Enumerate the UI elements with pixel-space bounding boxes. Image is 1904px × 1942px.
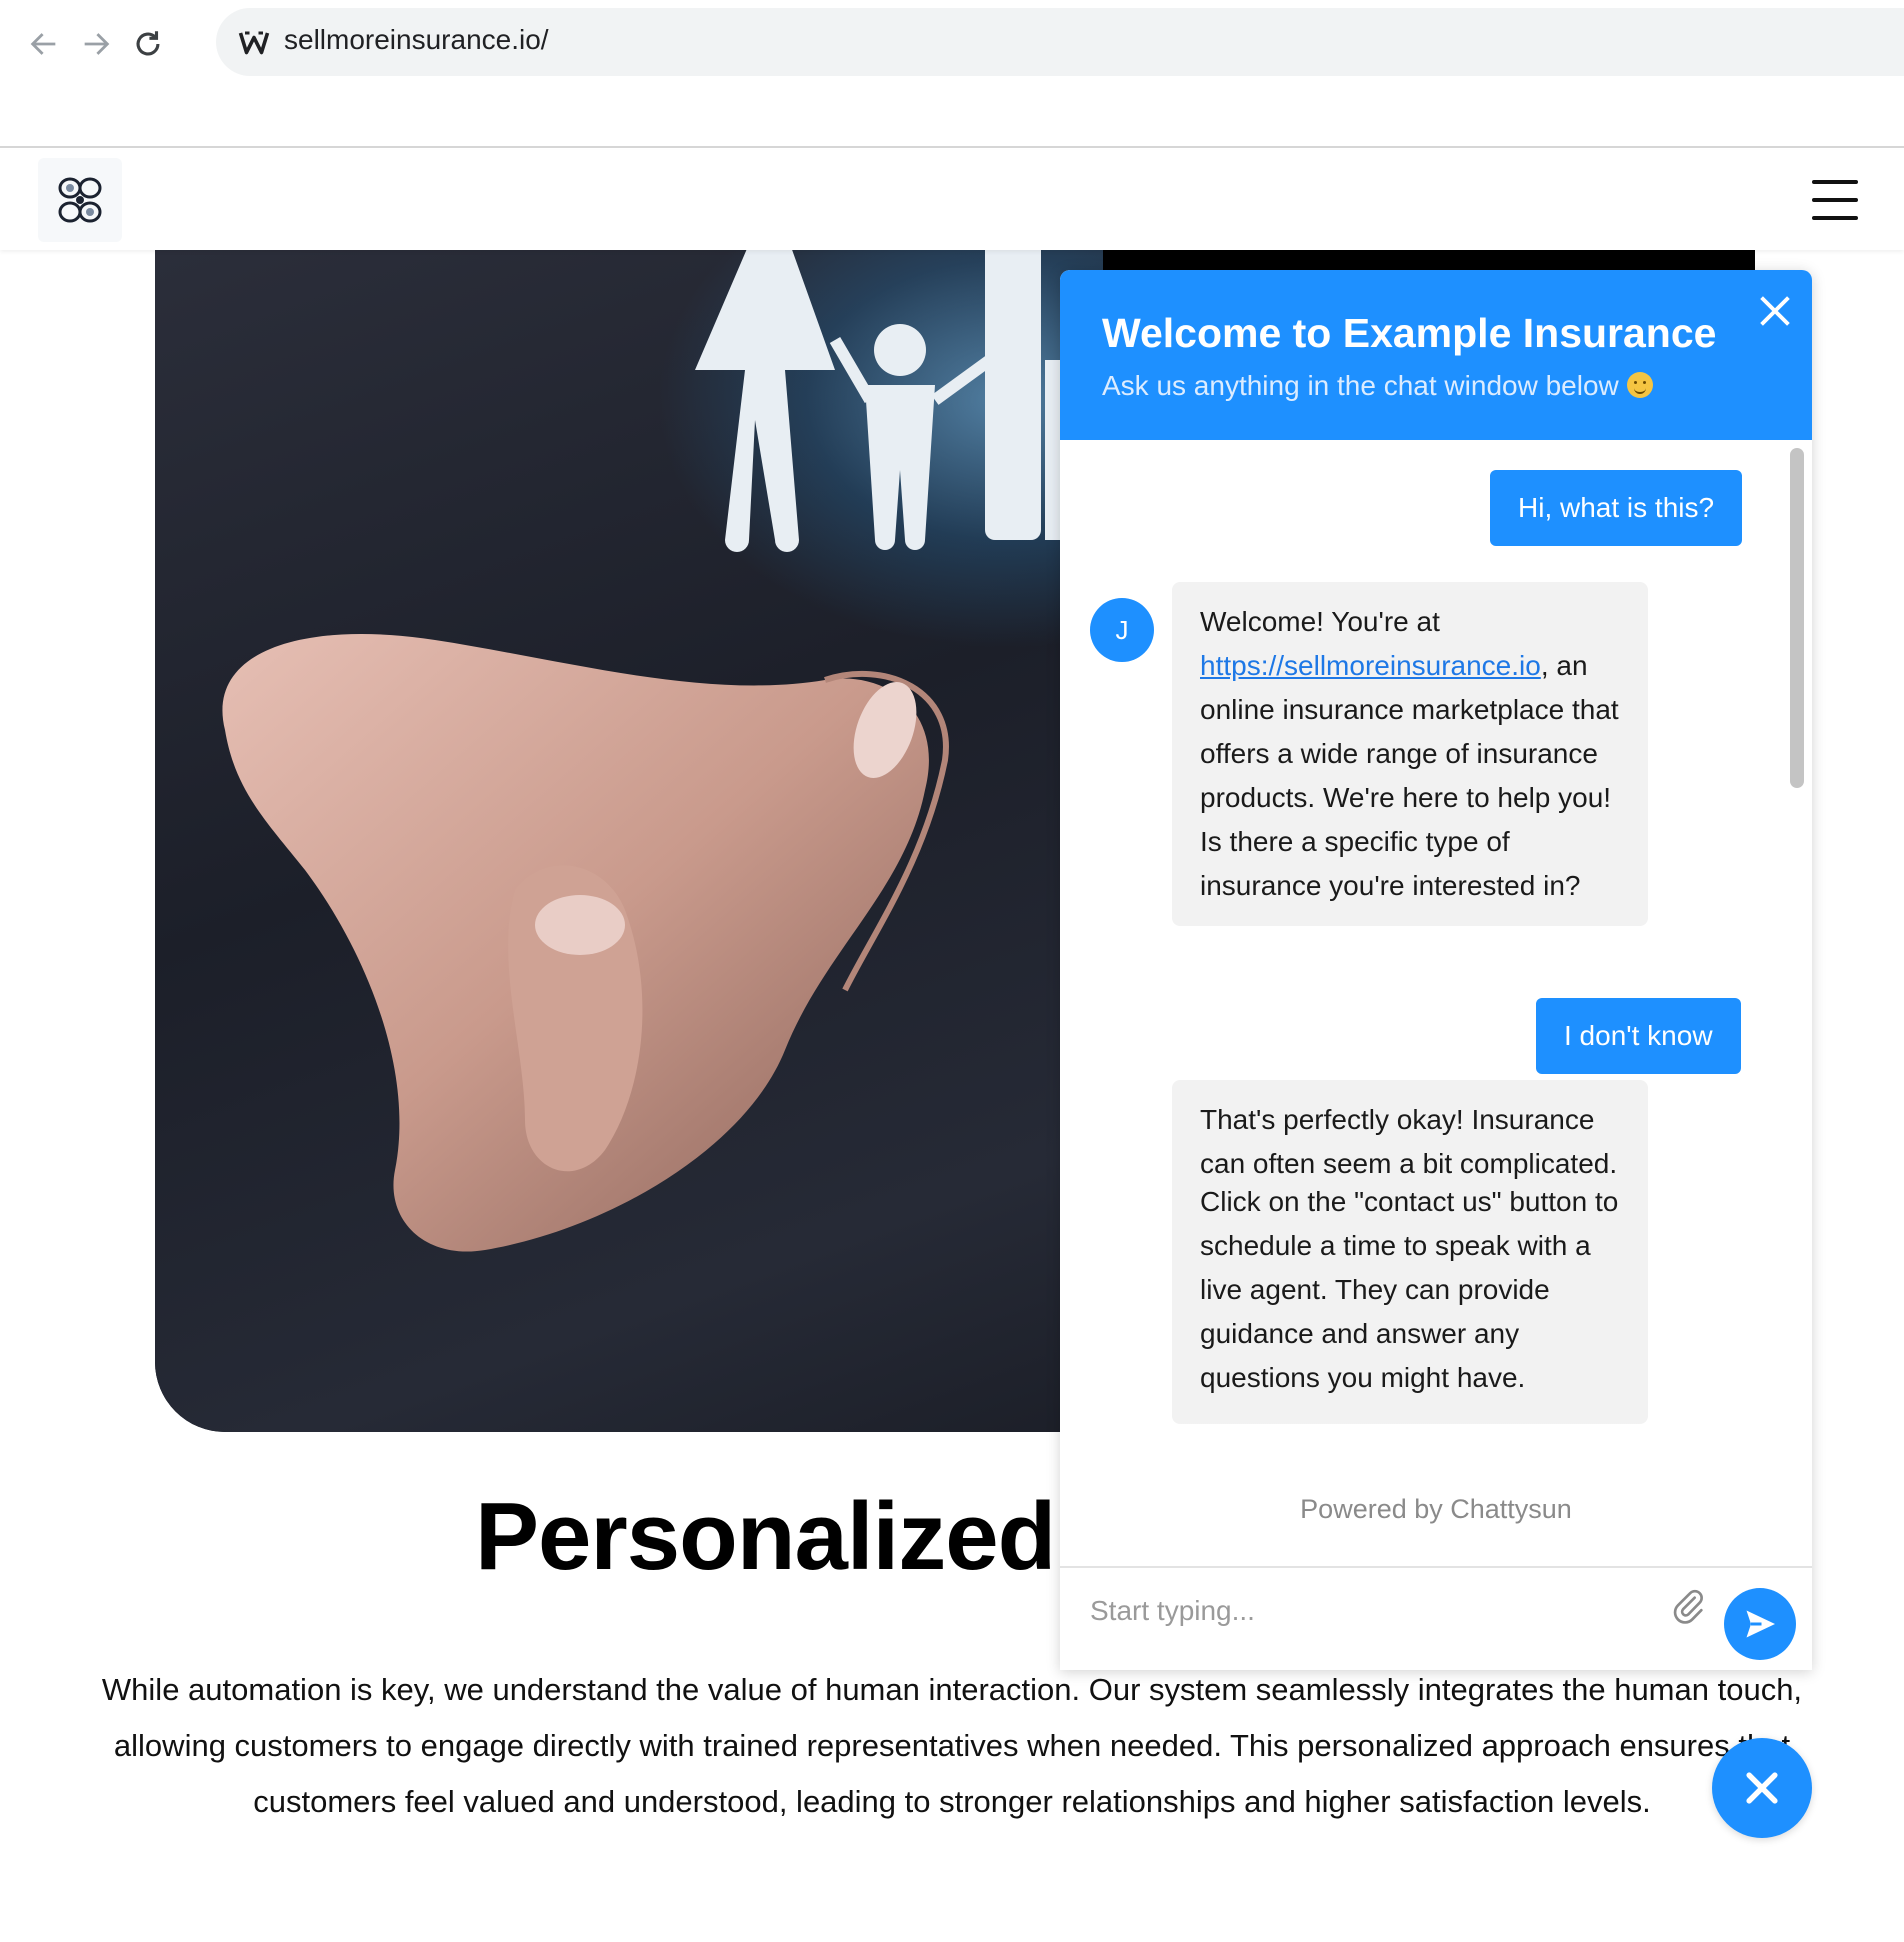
chat-header: Welcome to Example Insurance Ask us anyt… bbox=[1060, 270, 1812, 440]
bot-message: Welcome! You're at https://sellmoreinsur… bbox=[1172, 582, 1648, 926]
chat-subtitle: Ask us anything in the chat window below bbox=[1102, 370, 1653, 402]
bot-message-text: Welcome! You're at bbox=[1200, 606, 1440, 637]
reload-button[interactable] bbox=[122, 18, 174, 70]
chat-title: Welcome to Example Insurance bbox=[1102, 310, 1717, 356]
reload-icon bbox=[136, 31, 160, 56]
send-icon bbox=[1746, 1610, 1775, 1638]
user-message: Hi, what is this? bbox=[1490, 470, 1743, 546]
hamburger-menu-icon[interactable] bbox=[1812, 180, 1858, 220]
site-favicon-icon bbox=[238, 31, 270, 55]
chat-subtitle-text: Ask us anything in the chat window below bbox=[1102, 370, 1619, 401]
address-bar[interactable]: sellmoreinsurance.io/ bbox=[216, 8, 1904, 76]
paperclip-icon[interactable] bbox=[1668, 1586, 1708, 1626]
smile-emoji-icon bbox=[1626, 372, 1653, 398]
forward-button[interactable] bbox=[70, 18, 122, 70]
site-header bbox=[0, 150, 1904, 250]
chat-toggle-button[interactable] bbox=[1712, 1738, 1812, 1838]
send-button[interactable] bbox=[1724, 1588, 1796, 1660]
hand-illustration bbox=[222, 634, 949, 1252]
close-icon[interactable] bbox=[1752, 288, 1798, 334]
back-arrow-icon bbox=[30, 33, 56, 55]
bot-message-text: Click on the "contact us" button to sche… bbox=[1200, 1186, 1619, 1393]
chat-scrollbar-thumb[interactable] bbox=[1790, 448, 1804, 788]
logo-icon bbox=[58, 177, 102, 223]
address-url: sellmoreinsurance.io/ bbox=[284, 24, 549, 55]
bot-message-text: , an online insurance marketplace that o… bbox=[1200, 650, 1619, 901]
user-message: I don't know bbox=[1536, 998, 1741, 1074]
chat-input[interactable] bbox=[1090, 1576, 1670, 1646]
chat-widget: Welcome to Example Insurance Ask us anyt… bbox=[1060, 270, 1812, 1670]
back-button[interactable] bbox=[18, 18, 70, 70]
section-body: While automation is key, we understand t… bbox=[101, 1672, 1803, 1819]
close-icon bbox=[1746, 1772, 1778, 1804]
browser-toolbar: sellmoreinsurance.io/ bbox=[0, 0, 1904, 148]
forward-arrow-icon bbox=[84, 33, 110, 55]
bot-message-text: That's perfectly okay! Insurance can oft… bbox=[1200, 1104, 1618, 1179]
bot-message-link[interactable]: https://sellmoreinsurance.io bbox=[1200, 650, 1541, 681]
section-title: Personalized bbox=[475, 1483, 1056, 1590]
powered-by[interactable]: Powered by Chattysun bbox=[1060, 1494, 1812, 1525]
avatar: J bbox=[1090, 598, 1154, 662]
site-logo[interactable] bbox=[38, 158, 122, 242]
bot-message: That's perfectly okay! Insurance can oft… bbox=[1172, 1080, 1648, 1424]
